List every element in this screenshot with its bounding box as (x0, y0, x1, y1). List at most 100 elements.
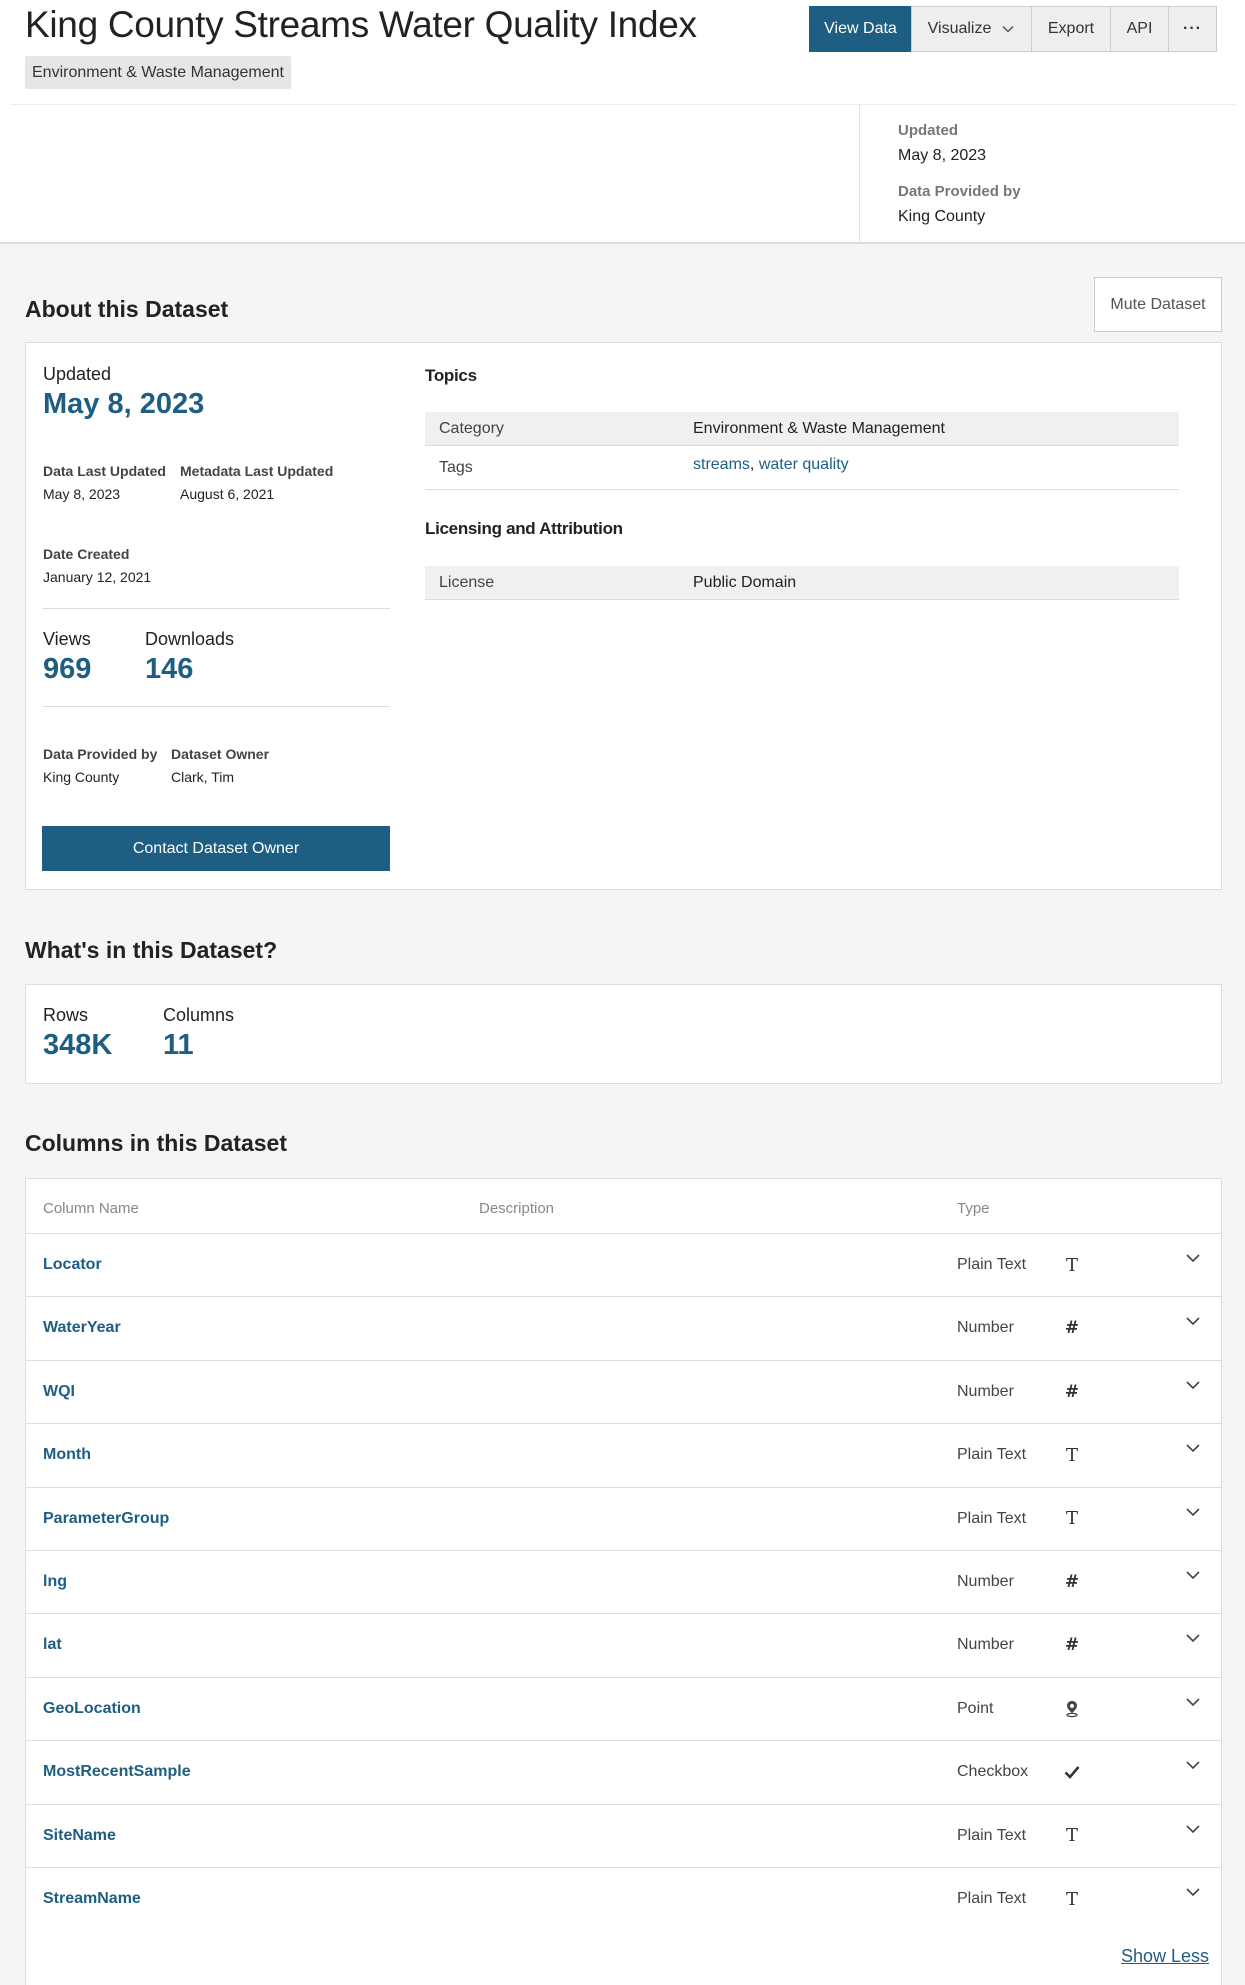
more-actions-button[interactable]: ··· (1168, 6, 1217, 52)
metadata-last-updated-value: August 6, 2021 (180, 486, 275, 502)
column-type: Plain Text (957, 1826, 1027, 1844)
column-name-link[interactable]: lat (43, 1636, 62, 1654)
column-name-link[interactable]: lng (43, 1573, 67, 1591)
tags-value: streams, water quality (693, 456, 849, 474)
column-type: Checkbox (957, 1763, 1029, 1781)
view-data-button[interactable]: View Data (809, 6, 912, 52)
chevron-down-icon[interactable] (1183, 1375, 1203, 1395)
chevron-down-icon[interactable] (1183, 1502, 1203, 1522)
columns-section-title: Columns in this Dataset (25, 1130, 287, 1156)
type-header: Type (957, 1200, 990, 1217)
column-type: Number (957, 1382, 1014, 1400)
show-less-label[interactable]: Show Less (1121, 1946, 1209, 1966)
category-row: Category Environment & Waste Management (425, 412, 1179, 446)
number-icon: # (1064, 1318, 1080, 1339)
dataset-owner-value: Clark, Tim (171, 769, 234, 785)
date-created-label: Date Created (43, 546, 130, 562)
page-header: King County Streams Water Quality Index … (0, 0, 1245, 244)
page-title: King County Streams Water Quality Index (25, 4, 697, 45)
chevron-down-icon (1002, 25, 1014, 33)
text-icon: T (1065, 1825, 1078, 1847)
views-value: 969 (43, 653, 92, 685)
table-row[interactable]: lng Number # (25, 1550, 1222, 1614)
api-button[interactable]: API (1110, 6, 1169, 52)
tags-key: Tags (439, 459, 473, 476)
column-name-link[interactable]: Locator (43, 1256, 102, 1274)
whats-in-card (25, 984, 1222, 1084)
column-type: Plain Text (957, 1256, 1027, 1273)
column-type: Point (957, 1699, 994, 1717)
view-data-label: View Data (824, 20, 897, 37)
tag-link[interactable]: streams (693, 456, 750, 473)
column-type: Number (957, 1636, 1014, 1654)
rows-value: 348K (43, 1029, 113, 1061)
export-button[interactable]: Export (1031, 6, 1111, 52)
visualize-button[interactable]: Visualize (911, 6, 1032, 52)
visualize-label: Visualize (927, 20, 992, 37)
category-badge[interactable]: Environment & Waste Management (25, 56, 291, 89)
column-type: Plain Text (957, 1446, 1027, 1464)
column-name-link[interactable]: MostRecentSample (43, 1763, 191, 1781)
table-row[interactable]: ParameterGroup Plain Text T (25, 1486, 1222, 1551)
column-type: Plain Text (957, 1890, 1027, 1907)
header-divider (10, 104, 1235, 105)
topics-title: Topics (425, 366, 477, 385)
column-name-header: Column Name (43, 1200, 139, 1217)
table-row[interactable]: lat Number # (25, 1613, 1222, 1677)
chevron-down-icon[interactable] (1183, 1565, 1203, 1585)
mute-dataset-button[interactable]: Mute Dataset (1094, 277, 1222, 332)
chevron-down-icon[interactable] (1183, 1692, 1203, 1712)
column-name-link[interactable]: WQI (43, 1383, 75, 1401)
about-divider-1 (43, 608, 390, 609)
table-row[interactable]: Locator Plain Text T (25, 1233, 1222, 1297)
rows-label: Rows (43, 1005, 89, 1025)
table-row[interactable]: MostRecentSample Checkbox (25, 1740, 1222, 1804)
chevron-down-icon[interactable] (1183, 1438, 1203, 1458)
column-name-link[interactable]: GeoLocation (43, 1700, 141, 1718)
show-less-link[interactable]: Show Less (1121, 1946, 1209, 1967)
chevron-down-icon[interactable] (1183, 1755, 1203, 1775)
number-icon: # (1064, 1381, 1080, 1402)
column-name-link[interactable]: ParameterGroup (43, 1510, 169, 1528)
table-row[interactable]: WQI Number # (25, 1359, 1222, 1424)
column-type: Number (957, 1573, 1014, 1590)
checkmark-icon (1061, 1761, 1083, 1783)
column-name-link[interactable]: SiteName (43, 1827, 116, 1845)
table-row[interactable]: SiteName Plain Text T (25, 1803, 1222, 1868)
tag-separator: , (749, 456, 755, 473)
table-row[interactable]: GeoLocation Point (25, 1676, 1222, 1741)
columns-count-label: Columns (163, 1005, 235, 1025)
api-label: API (1126, 20, 1153, 37)
text-icon: T (1065, 1254, 1078, 1276)
views-label: Views (43, 629, 91, 649)
column-name-link[interactable]: Month (43, 1446, 91, 1464)
text-icon: T (1065, 1888, 1078, 1910)
chevron-down-icon[interactable] (1183, 1819, 1203, 1839)
tags-row: Tags streams, water quality (425, 446, 1179, 490)
dataset-owner-label: Dataset Owner (171, 746, 270, 762)
chevron-down-icon[interactable] (1183, 1628, 1203, 1648)
data-last-updated-value: May 8, 2023 (43, 486, 121, 502)
table-row[interactable]: Month Plain Text T (25, 1423, 1222, 1487)
text-icon: T (1065, 1508, 1078, 1530)
header-provided-value: King County (898, 208, 986, 225)
about-updated-label: Updated (43, 364, 112, 384)
meta-separator (859, 105, 860, 243)
chevron-down-icon[interactable] (1183, 1882, 1203, 1902)
table-row[interactable]: StreamName Plain Text T (25, 1867, 1222, 1931)
table-row[interactable]: WaterYear Number # (25, 1296, 1222, 1360)
chevron-down-icon[interactable] (1183, 1248, 1203, 1268)
tag-link[interactable]: water quality (759, 456, 849, 473)
column-name-link[interactable]: WaterYear (43, 1319, 121, 1337)
chevron-down-icon[interactable] (1183, 1311, 1203, 1331)
column-name-link[interactable]: StreamName (43, 1890, 141, 1908)
contact-dataset-owner-button[interactable]: Contact Dataset Owner (42, 826, 390, 871)
about-provided-value: King County (43, 769, 120, 785)
license-key: License (439, 574, 495, 591)
export-label: Export (1047, 20, 1095, 37)
number-icon: # (1064, 1572, 1080, 1592)
header-button-group: View Data Visualize Export API ··· (809, 6, 1217, 52)
column-type: Plain Text (957, 1509, 1027, 1527)
licensing-title: Licensing and Attribution (425, 519, 623, 538)
license-value: Public Domain (693, 574, 797, 591)
